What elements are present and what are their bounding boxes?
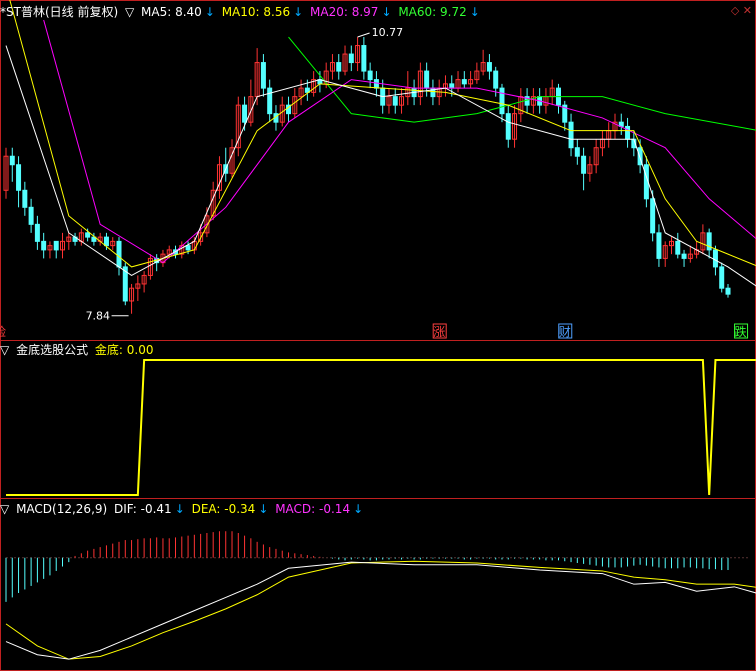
chart-border: [0, 0, 756, 671]
down-arrow-icon: ↓: [204, 5, 215, 19]
stock-title: *ST普林(日线 前复权): [0, 5, 119, 19]
diamond-icon[interactable]: ◇: [731, 4, 739, 17]
candle: [449, 83, 455, 89]
candle: [392, 96, 398, 106]
candle: [581, 155, 587, 174]
candle: [260, 62, 266, 89]
down-arrow-icon: ↓: [174, 502, 185, 516]
dropdown-triangle-icon[interactable]: ▽: [0, 343, 9, 357]
candle: [22, 189, 28, 208]
candle: [367, 70, 373, 81]
event-marker-label: 跌: [735, 324, 747, 339]
down-arrow-icon: ↓: [353, 502, 364, 516]
down-arrow-icon: ↓: [293, 5, 304, 19]
candle: [267, 87, 273, 115]
candle: [625, 125, 631, 140]
signal-title: 金底选股公式: [16, 343, 89, 357]
dea-label: DEA: -0.34: [191, 502, 256, 516]
candle: [719, 266, 725, 289]
ma5-label: MA5: 8.40: [141, 5, 202, 19]
down-arrow-icon: ↓: [381, 5, 392, 19]
macd-panel-header: ▽ MACD(12,26,9) DIF: -0.41 ↓ DEA: -0.34 ↓ …: [0, 501, 366, 517]
dif-label: DIF: -0.41: [114, 502, 172, 516]
down-arrow-icon: ↓: [469, 5, 480, 19]
candle: [28, 206, 34, 225]
candle: [712, 249, 718, 268]
macd-label: MACD: -0.14: [275, 502, 351, 516]
candle: [725, 287, 731, 295]
candle: [373, 79, 379, 89]
candle: [116, 240, 122, 268]
candle: [675, 240, 681, 255]
high-pointer: [357, 32, 370, 38]
dif-line: [5, 561, 756, 660]
candle: [505, 113, 511, 140]
candle: [493, 70, 499, 89]
candle: [461, 79, 467, 85]
candle: [348, 53, 354, 64]
stock-chart[interactable]: 10.77 7.84 涨 财 跌 险: [0, 0, 756, 671]
macd-title: MACD(12,26,9): [16, 502, 108, 516]
signal-line: [6, 359, 756, 496]
candle: [41, 240, 47, 251]
candle: [361, 45, 367, 72]
ma20-line: [43, 19, 756, 264]
candle: [656, 232, 662, 259]
close-icon[interactable]: ✕: [743, 4, 752, 17]
ma60-line: [288, 36, 756, 131]
event-marker-label: 财: [559, 325, 571, 339]
signal-panel-header: ▽ 金底选股公式 金底: 0.00: [0, 342, 156, 358]
candle: [568, 121, 574, 149]
candle: [242, 104, 248, 123]
candle: [53, 240, 59, 251]
dea-line: [5, 560, 756, 660]
candle: [185, 245, 191, 251]
dropdown-triangle-icon[interactable]: ▽: [125, 5, 134, 19]
ma20-label: MA20: 8.97: [310, 5, 379, 19]
ma10-label: MA10: 8.56: [221, 5, 291, 19]
high-price-label: 10.77: [372, 26, 404, 39]
candle: [9, 155, 15, 166]
window-controls[interactable]: ◇ ✕: [731, 4, 752, 17]
candle: [16, 164, 22, 191]
main-panel-header: *ST普林(日线 前复权) ▽ MA5: 8.40 ↓ MA10: 8.56 ↓ M…: [0, 4, 483, 20]
left-edge-marker: 险: [0, 324, 6, 339]
ma10-line: [9, 0, 756, 268]
candle: [424, 70, 430, 89]
candle: [85, 232, 91, 238]
dropdown-triangle-icon[interactable]: ▽: [0, 502, 9, 516]
candle: [499, 87, 505, 115]
low-price-label: 7.84: [86, 310, 111, 323]
event-marker-label: 涨: [433, 324, 445, 339]
candle: [574, 147, 580, 157]
ma60-label: MA60: 9.72: [398, 5, 467, 19]
candle: [486, 62, 492, 72]
down-arrow-icon: ↓: [258, 502, 269, 516]
candle: [681, 253, 687, 259]
signal-value: 金底: 0.00: [94, 343, 154, 357]
candle: [650, 198, 656, 234]
candle: [103, 236, 109, 247]
candle: [34, 223, 40, 242]
candle: [336, 62, 342, 72]
